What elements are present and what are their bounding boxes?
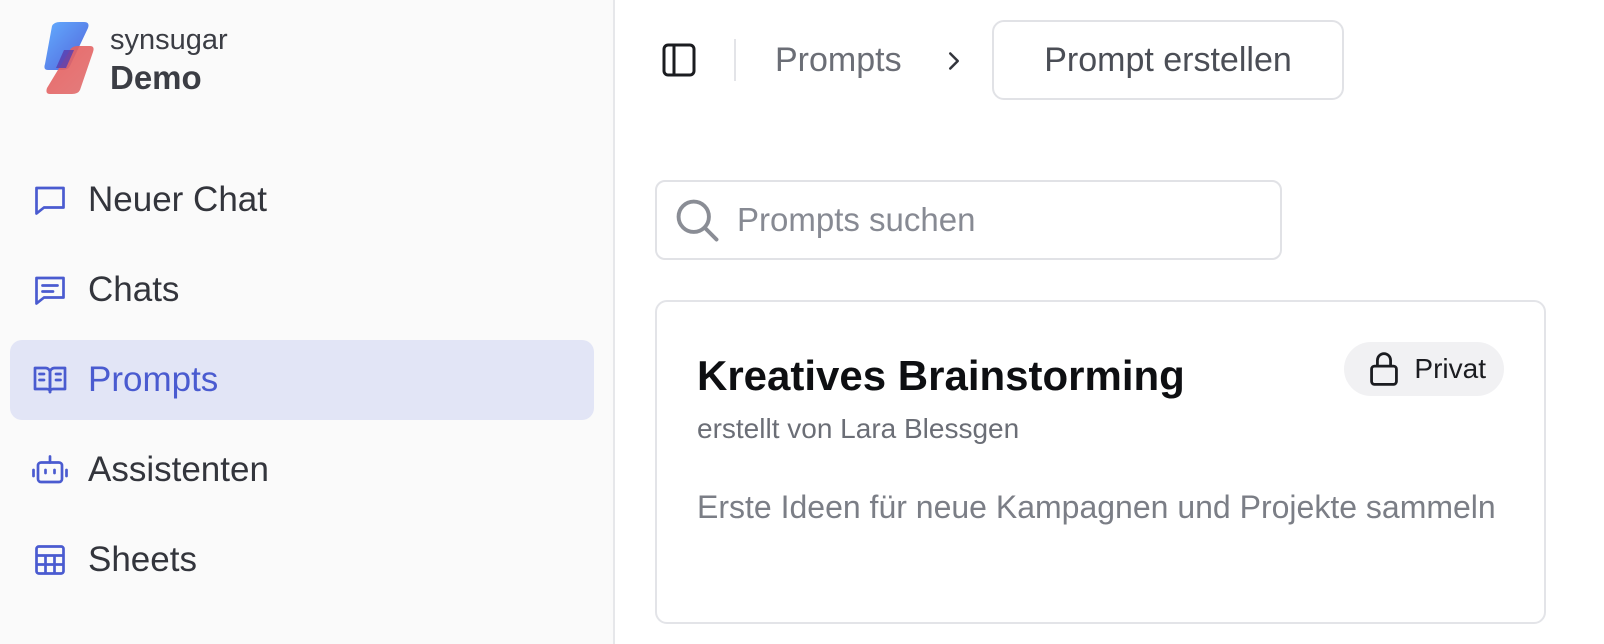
sidebar-item-label: Prompts xyxy=(88,360,219,399)
brand[interactable]: synsugar Demo xyxy=(40,20,228,100)
sidebar-item-chats[interactable]: Chats xyxy=(10,250,594,330)
toolbar: Prompts Prompt erstellen xyxy=(617,20,1604,100)
sidebar-item-label: Neuer Chat xyxy=(88,180,267,219)
search-icon xyxy=(671,194,723,246)
visibility-badge: Privat xyxy=(1344,342,1504,396)
prompt-card[interactable]: Kreatives Brainstorming erstellt von Lar… xyxy=(655,300,1546,624)
toolbar-divider xyxy=(734,39,736,81)
main-content: Prompts Prompt erstellen Kreatives Brain… xyxy=(617,0,1604,644)
prompt-title: Kreatives Brainstorming xyxy=(697,352,1185,399)
search-input[interactable] xyxy=(737,201,1257,239)
sidebar-nav: Neuer Chat Chats Prompts Assistenten She… xyxy=(10,160,594,610)
search-box[interactable] xyxy=(655,180,1282,260)
breadcrumb-prompts[interactable]: Prompts xyxy=(775,38,902,82)
table-icon xyxy=(30,540,70,580)
prompt-description: Erste Ideen für neue Kampagnen und Proje… xyxy=(697,489,1496,525)
robot-icon xyxy=(30,450,70,490)
sidebar: synsugar Demo Neuer Chat Chats Prompts A… xyxy=(0,0,615,644)
chevron-right-icon xyxy=(939,46,969,76)
sidebar-item-prompts[interactable]: Prompts xyxy=(10,340,594,420)
chat-lines-icon xyxy=(30,270,70,310)
sidebar-item-label: Chats xyxy=(88,270,180,309)
brand-org-name: synsugar xyxy=(110,24,228,56)
brand-workspace-name: Demo xyxy=(110,59,202,96)
brand-logo-icon xyxy=(40,20,100,100)
sidebar-item-label: Sheets xyxy=(88,540,197,579)
prompt-author: erstellt von Lara Blessgen xyxy=(697,413,1020,444)
sidebar-item-assistants[interactable]: Assistenten xyxy=(10,430,594,510)
create-prompt-button[interactable]: Prompt erstellen xyxy=(992,20,1344,100)
brand-text: synsugar Demo xyxy=(110,22,370,98)
sidebar-item-sheets[interactable]: Sheets xyxy=(10,520,594,600)
book-open-icon xyxy=(30,360,70,400)
sidebar-item-new-chat[interactable]: Neuer Chat xyxy=(10,160,594,240)
app-root: synsugar Demo Neuer Chat Chats Prompts A… xyxy=(0,0,1604,644)
sidebar-item-label: Assistenten xyxy=(88,450,269,489)
sidebar-toggle-icon[interactable] xyxy=(659,40,699,80)
visibility-label: Privat xyxy=(1414,353,1486,384)
lock-icon xyxy=(1366,350,1402,388)
chat-bubble-icon xyxy=(30,180,70,220)
